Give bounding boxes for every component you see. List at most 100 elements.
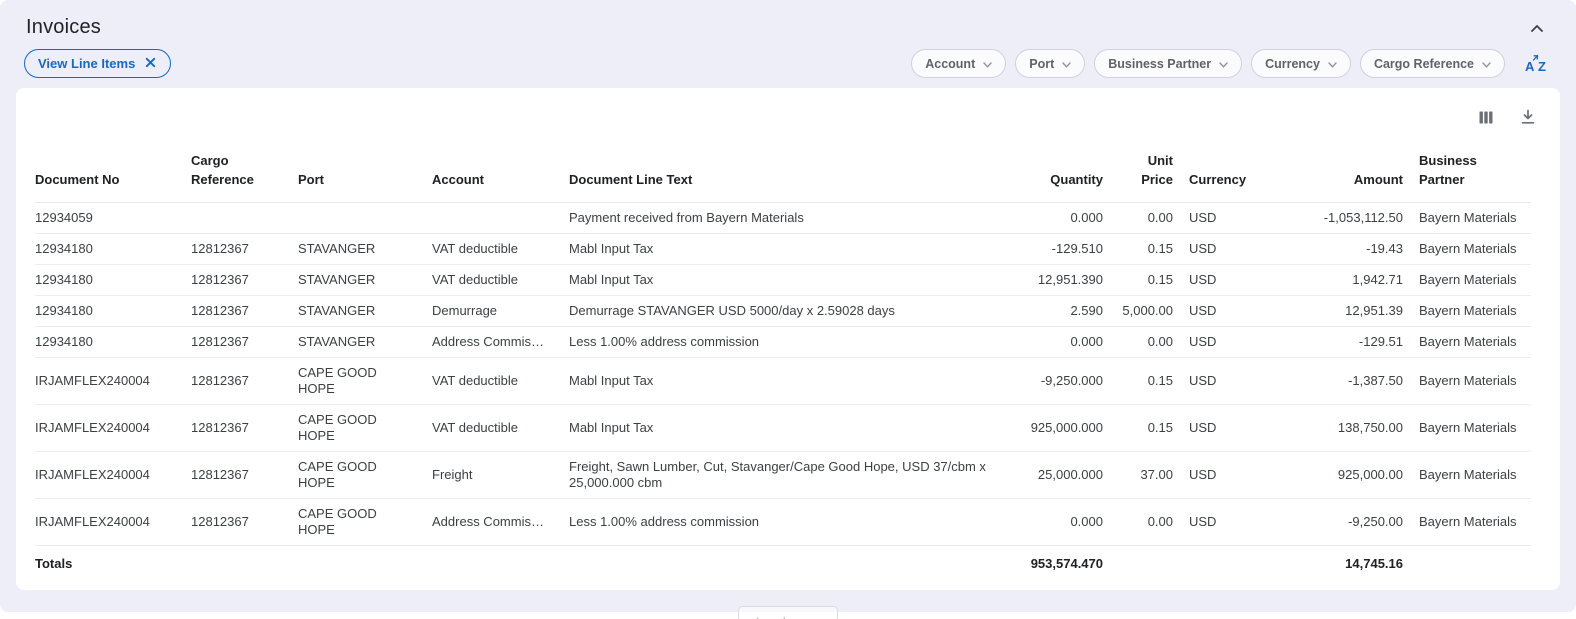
table-row[interactable]: 1293418012812367STAVANGERAddress Commis…… bbox=[35, 326, 1531, 357]
table-cell: 12812367 bbox=[183, 404, 290, 451]
table-cell: IRJAMFLEX240004 bbox=[35, 404, 183, 451]
column-header: Business Partner bbox=[1411, 146, 1531, 202]
column-header: Amount bbox=[1271, 146, 1411, 202]
table-cell: Bayern Materials bbox=[1411, 326, 1531, 357]
view-line-items-label: View Line Items bbox=[38, 56, 135, 71]
table-cell: Mabl Input Tax bbox=[561, 264, 1001, 295]
table-cell: USD bbox=[1181, 202, 1271, 233]
totals-cell bbox=[561, 545, 1001, 584]
column-header: Currency bbox=[1181, 146, 1271, 202]
table-cell: Payment received from Bayern Materials bbox=[561, 202, 1001, 233]
table-row[interactable]: 1293418012812367STAVANGERDemurrageDemurr… bbox=[35, 295, 1531, 326]
view-columns-icon bbox=[1477, 114, 1495, 129]
sort-button[interactable]: A Z bbox=[1522, 51, 1552, 76]
filter-label: Business Partner bbox=[1108, 57, 1211, 71]
invoices-card: Document NoCargo ReferencePortAccountDoc… bbox=[16, 88, 1560, 590]
table-row[interactable]: IRJAMFLEX24000412812367CAPE GOOD HOPEVAT… bbox=[35, 357, 1531, 404]
table-cell: -19.43 bbox=[1271, 233, 1411, 264]
table-cell: -1,387.50 bbox=[1271, 357, 1411, 404]
totals-cell bbox=[1411, 545, 1531, 584]
table-row[interactable]: 12934059 Payment received from Bayern Mat… bbox=[35, 202, 1531, 233]
totals-cell bbox=[290, 545, 424, 584]
download-button[interactable] bbox=[1517, 106, 1539, 128]
filter-label: Currency bbox=[1265, 57, 1320, 71]
column-header: Cargo Reference bbox=[183, 146, 290, 202]
table-cell: USD bbox=[1181, 498, 1271, 545]
table-cell: Address Commis… bbox=[424, 326, 561, 357]
table-cell: 12934180 bbox=[35, 233, 183, 264]
chevron-down-icon bbox=[1482, 57, 1491, 71]
table-cell: Less 1.00% address commission bbox=[561, 326, 1001, 357]
filter-business-partner[interactable]: Business Partner bbox=[1094, 49, 1242, 78]
table-cell: Demurrage STAVANGER USD 5000/day x 2.590… bbox=[561, 295, 1001, 326]
totals-cell: 14,745.16 bbox=[1271, 545, 1411, 584]
totals-cell bbox=[1111, 545, 1181, 584]
table-cell: 0.15 bbox=[1111, 404, 1181, 451]
invoices-table: Document NoCargo ReferencePortAccountDoc… bbox=[35, 146, 1531, 584]
table-cell: 0.000 bbox=[1001, 326, 1111, 357]
download-icon bbox=[1519, 114, 1537, 129]
table-cell: -1,053,112.50 bbox=[1271, 202, 1411, 233]
table-actions bbox=[35, 98, 1541, 130]
table-cell: Demurrage bbox=[424, 295, 561, 326]
table-cell: VAT deductible bbox=[424, 233, 561, 264]
table-cell: 12934180 bbox=[35, 295, 183, 326]
table-cell: 0.000 bbox=[1001, 498, 1111, 545]
table-cell: CAPE GOOD HOPE bbox=[290, 451, 424, 498]
totals-cell bbox=[1181, 545, 1271, 584]
columns-button[interactable] bbox=[1475, 107, 1497, 128]
table-cell: Mabl Input Tax bbox=[561, 233, 1001, 264]
toolbar: View Line Items Account Port Business Pa… bbox=[0, 49, 1576, 88]
table-cell: 12812367 bbox=[183, 451, 290, 498]
table-cell: USD bbox=[1181, 404, 1271, 451]
filter-account[interactable]: Account bbox=[911, 49, 1006, 78]
close-icon[interactable] bbox=[144, 56, 157, 72]
chevron-down-icon bbox=[1219, 57, 1228, 71]
table-row[interactable]: IRJAMFLEX24000412812367CAPE GOOD HOPEFre… bbox=[35, 451, 1531, 498]
totals-cell: 953,574.470 bbox=[1001, 545, 1111, 584]
totals-row: Totals 953,574.470 14,745.16 bbox=[35, 545, 1531, 584]
table-cell: Mabl Input Tax bbox=[561, 357, 1001, 404]
table-cell: 0.15 bbox=[1111, 264, 1181, 295]
table-cell: USD bbox=[1181, 357, 1271, 404]
table-cell: CAPE GOOD HOPE bbox=[290, 498, 424, 545]
column-header: Document No bbox=[35, 146, 183, 202]
filter-cargo-reference[interactable]: Cargo Reference bbox=[1360, 49, 1505, 78]
table-row[interactable]: 1293418012812367STAVANGERVAT deductibleM… bbox=[35, 233, 1531, 264]
table-cell: 12812367 bbox=[183, 233, 290, 264]
table-cell: 12812367 bbox=[183, 326, 290, 357]
table-cell: Freight, Sawn Lumber, Cut, Stavanger/Cap… bbox=[561, 451, 1001, 498]
filter-label: Cargo Reference bbox=[1374, 57, 1474, 71]
table-cell: 1,942.71 bbox=[1271, 264, 1411, 295]
column-header: Document Line Text bbox=[561, 146, 1001, 202]
table-row[interactable]: IRJAMFLEX24000412812367CAPE GOOD HOPEVAT… bbox=[35, 404, 1531, 451]
table-row[interactable]: IRJAMFLEX24000412812367CAPE GOOD HOPEAdd… bbox=[35, 498, 1531, 545]
filter-currency[interactable]: Currency bbox=[1251, 49, 1351, 78]
collapse-panel-button[interactable] bbox=[1524, 17, 1550, 39]
table-cell: 12812367 bbox=[183, 264, 290, 295]
chevron-down-icon bbox=[983, 57, 992, 71]
table-cell: 12934059 bbox=[35, 202, 183, 233]
table-cell: Bayern Materials bbox=[1411, 264, 1531, 295]
table-cell: 0.00 bbox=[1111, 202, 1181, 233]
column-header: Unit Price bbox=[1111, 146, 1181, 202]
table-cell: USD bbox=[1181, 295, 1271, 326]
table-cell: CAPE GOOD HOPE bbox=[290, 404, 424, 451]
filter-port[interactable]: Port bbox=[1015, 49, 1085, 78]
table-cell: CAPE GOOD HOPE bbox=[290, 357, 424, 404]
table-cell: VAT deductible bbox=[424, 357, 561, 404]
table-cell: 0.000 bbox=[1001, 202, 1111, 233]
table-cell: 925,000.00 bbox=[1271, 451, 1411, 498]
view-line-items-chip[interactable]: View Line Items bbox=[24, 49, 171, 78]
table-header-row: Document NoCargo ReferencePortAccountDoc… bbox=[35, 146, 1531, 202]
totals-cell bbox=[424, 545, 561, 584]
svg-text:A: A bbox=[1525, 59, 1535, 74]
chevron-down-icon bbox=[1328, 57, 1337, 71]
table-cell: Freight bbox=[424, 451, 561, 498]
filter-label: Account bbox=[925, 57, 975, 71]
table-row[interactable]: 1293418012812367STAVANGERVAT deductibleM… bbox=[35, 264, 1531, 295]
table-cell: USD bbox=[1181, 233, 1271, 264]
load-more-button[interactable]: Load more bbox=[738, 606, 839, 619]
table-cell: Bayern Materials bbox=[1411, 357, 1531, 404]
totals-cell: Totals bbox=[35, 545, 183, 584]
